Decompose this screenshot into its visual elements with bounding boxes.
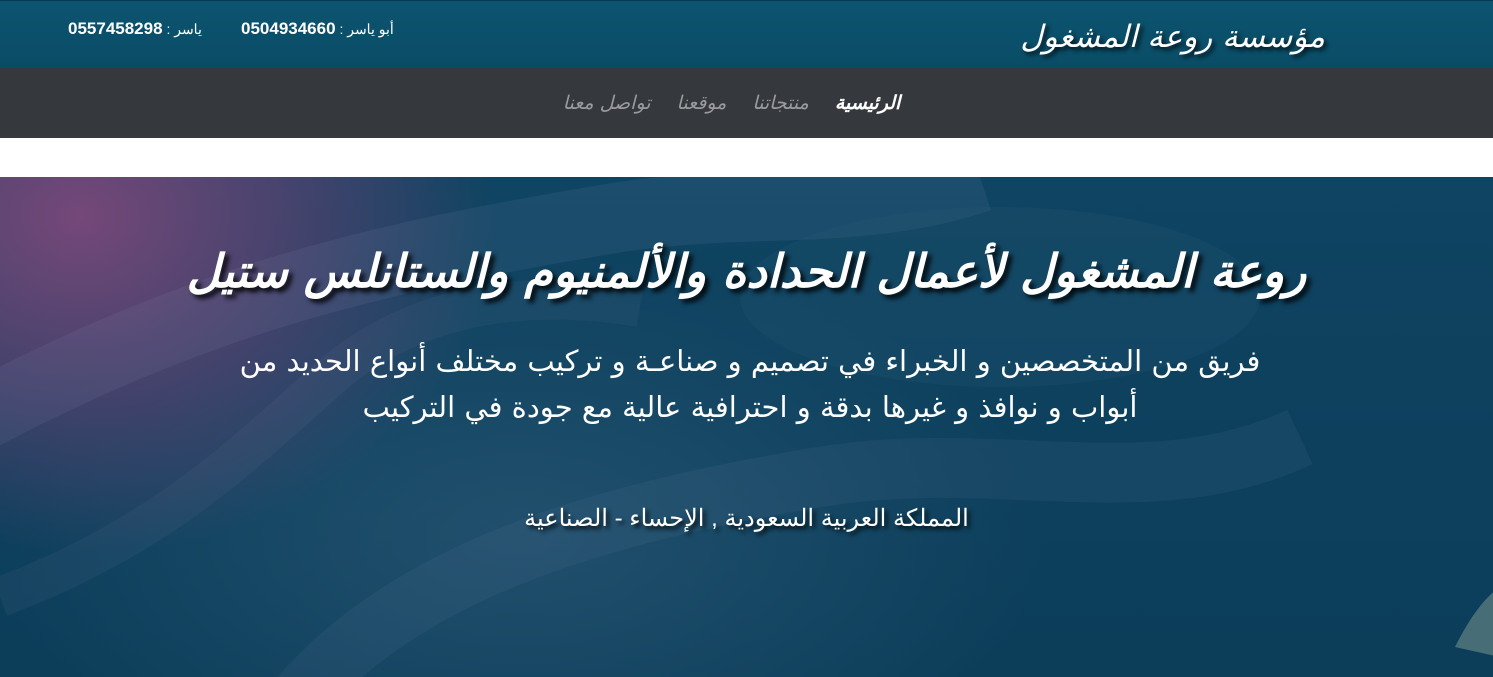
hero-banner: روعة المشغول لأعمال الحدادة والألمنيوم و… [0,177,1493,677]
contact-label: ياسر : [166,21,202,37]
top-header: مؤسسة روعة المشغول أبو ياسر : 0504934660… [0,0,1493,68]
hero-description-line: فريق من المتخصصين و الخبراء في تصميم و ص… [239,344,1261,378]
nav-item-contact[interactable]: تواصل معنا [563,92,651,114]
site-brand[interactable]: مؤسسة روعة المشغول [1020,15,1325,59]
nav-list: الرئيسية منتجاتنا موقعنا تواصل معنا [0,68,1493,138]
contact-phone-link[interactable]: 0557458298 [68,19,163,38]
nav-item-location[interactable]: موقعنا [677,92,727,114]
contact-phone-link[interactable]: 0504934660 [241,19,336,38]
nav-item-home[interactable]: الرئيسية [835,92,900,114]
hero-title: روعة المشغول لأعمال الحدادة والألمنيوم و… [186,244,1307,298]
hero-description-line: أبواب و نوافذ و غيرها بدقة و احترافية عا… [362,390,1138,424]
contact-abu-yasser: أبو ياسر : 0504934660 [241,18,394,40]
main-navbar: الرئيسية منتجاتنا موقعنا تواصل معنا [0,68,1493,138]
contact-label: أبو ياسر : [339,21,394,37]
hero-description: فريق من المتخصصين و الخبراء في تصميم و ص… [150,338,1350,430]
hero-location: المملكة العربية السعودية , الإحساء - الص… [524,505,969,532]
contact-yasser: ياسر : 0557458298 [68,18,202,40]
nav-item-products[interactable]: منتجاتنا [752,92,809,114]
